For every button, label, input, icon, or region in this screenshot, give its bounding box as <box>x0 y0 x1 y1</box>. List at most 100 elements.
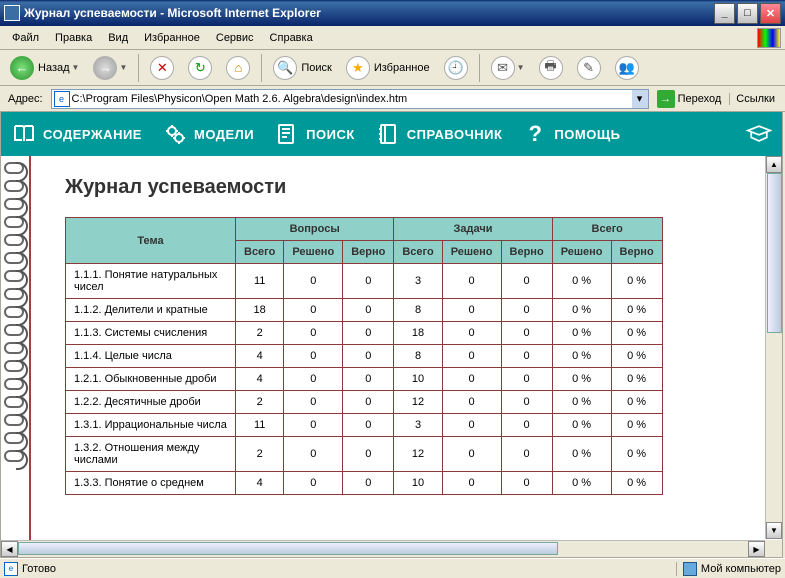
cell-topic: 1.2.1. Обыкновенные дроби <box>66 368 236 391</box>
cell-q-correct: 0 <box>343 437 394 472</box>
search-label: Поиск <box>301 62 331 74</box>
cell-tot-solved: 0 % <box>552 368 611 391</box>
menu-favorites[interactable]: Избранное <box>136 30 208 46</box>
cell-tot-correct: 0 % <box>611 264 662 299</box>
go-button[interactable]: → Переход <box>653 88 726 110</box>
search-button[interactable]: 🔍 Поиск <box>267 52 337 84</box>
table-row: 1.1.3. Системы счисления20018000 %0 % <box>66 322 663 345</box>
cell-topic: 1.1.1. Понятие натуральных чисел <box>66 264 236 299</box>
cell-t-solved: 0 <box>442 264 501 299</box>
minimize-button[interactable]: _ <box>714 3 735 24</box>
scroll-right-button[interactable]: ▶ <box>748 541 765 557</box>
address-input[interactable] <box>72 93 632 105</box>
cell-tot-solved: 0 % <box>552 345 611 368</box>
window-title: Журнал успеваемости - Microsoft Internet… <box>24 6 712 20</box>
menu-tools[interactable]: Сервис <box>208 30 262 46</box>
cell-tot-solved: 0 % <box>552 414 611 437</box>
scroll-corner <box>765 540 782 557</box>
col-t-correct: Верно <box>501 241 552 264</box>
cell-t-all: 8 <box>394 345 442 368</box>
cell-q-correct: 0 <box>343 472 394 495</box>
notebook-icon <box>375 121 401 147</box>
cell-t-all: 12 <box>394 437 442 472</box>
cell-t-all: 12 <box>394 391 442 414</box>
table-row: 1.3.2. Отношения между числами20012000 %… <box>66 437 663 472</box>
print-button[interactable]: 🖶 <box>533 52 569 84</box>
cell-q-all: 4 <box>236 368 284 391</box>
cell-tot-solved: 0 % <box>552 264 611 299</box>
cell-tot-correct: 0 % <box>611 322 662 345</box>
cell-q-solved: 0 <box>284 472 343 495</box>
menu-edit[interactable]: Правка <box>47 30 100 46</box>
table-row: 1.1.1. Понятие натуральных чисел11003000… <box>66 264 663 299</box>
cell-t-all: 3 <box>394 414 442 437</box>
cell-t-all: 10 <box>394 472 442 495</box>
favorites-label: Избранное <box>374 62 430 74</box>
scroll-down-button[interactable]: ▼ <box>766 522 782 539</box>
edit-button[interactable]: ✎ <box>571 52 607 84</box>
maximize-button[interactable]: □ <box>737 3 758 24</box>
messenger-button[interactable]: 👥 <box>609 52 645 84</box>
scroll-left-button[interactable]: ◀ <box>1 541 18 557</box>
menu-help[interactable]: Справка <box>262 30 321 46</box>
menu-file[interactable]: Файл <box>4 30 47 46</box>
browser-toolbar: ← Назад ▼ → ▼ ✕ ↻ ⌂ 🔍 Поиск ★ Избранное … <box>0 50 785 86</box>
col-total: Всего <box>552 218 662 241</box>
page-body: Журнал успеваемости Тема Вопросы Задачи … <box>31 156 782 557</box>
messenger-icon: 👥 <box>615 56 639 80</box>
scroll-thumb[interactable] <box>767 173 782 333</box>
back-button[interactable]: ← Назад ▼ <box>4 52 85 84</box>
refresh-icon: ↻ <box>188 56 212 80</box>
nav-contents[interactable]: СОДЕРЖАНИЕ <box>11 121 142 147</box>
links-label[interactable]: Ссылки <box>729 93 781 105</box>
cell-t-solved: 0 <box>442 368 501 391</box>
menu-view[interactable]: Вид <box>100 30 136 46</box>
nav-search[interactable]: ПОИСК <box>274 121 355 147</box>
refresh-button[interactable]: ↻ <box>182 52 218 84</box>
status-bar: e Готово Мой компьютер <box>0 558 785 578</box>
back-icon: ← <box>10 56 34 80</box>
mail-button[interactable]: ✉▼ <box>485 52 531 84</box>
vertical-scrollbar[interactable]: ▲ ▼ <box>765 156 782 539</box>
cell-q-solved: 0 <box>284 299 343 322</box>
cell-q-correct: 0 <box>343 264 394 299</box>
col-t-all: Всего <box>394 241 442 264</box>
forward-icon: → <box>93 56 117 80</box>
nav-reference-label: СПРАВОЧНИК <box>407 127 503 142</box>
nav-help[interactable]: ? ПОМОЩЬ <box>522 121 620 147</box>
close-button[interactable]: ✕ <box>760 3 781 24</box>
cell-q-solved: 0 <box>284 368 343 391</box>
horizontal-scrollbar[interactable]: ◀ ▶ <box>1 540 765 557</box>
history-icon: 🕘 <box>444 56 468 80</box>
nav-reference[interactable]: СПРАВОЧНИК <box>375 121 503 147</box>
home-button[interactable]: ⌂ <box>220 52 256 84</box>
book-icon <box>11 121 37 147</box>
nav-search-label: ПОИСК <box>306 127 355 142</box>
page-heading: Журнал успеваемости <box>65 176 782 199</box>
stop-button[interactable]: ✕ <box>144 52 180 84</box>
table-row: 1.3.1. Иррациональные числа11003000 %0 % <box>66 414 663 437</box>
table-row: 1.1.2. Делители и кратные18008000 %0 % <box>66 299 663 322</box>
page-search-icon <box>274 121 300 147</box>
cell-tot-correct: 0 % <box>611 437 662 472</box>
forward-button[interactable]: → ▼ <box>87 52 133 84</box>
scroll-up-button[interactable]: ▲ <box>766 156 782 173</box>
nav-logo[interactable] <box>746 121 772 147</box>
scroll-track[interactable] <box>18 541 748 557</box>
edit-icon: ✎ <box>577 56 601 80</box>
forward-dropdown-icon: ▼ <box>119 63 127 72</box>
toolbar-separator <box>138 54 139 82</box>
cell-tot-correct: 0 % <box>611 368 662 391</box>
table-row: 1.2.2. Десятичные дроби20012000 %0 % <box>66 391 663 414</box>
cell-t-solved: 0 <box>442 437 501 472</box>
toolbar-separator <box>479 54 480 82</box>
favorites-button[interactable]: ★ Избранное <box>340 52 436 84</box>
scroll-thumb-h[interactable] <box>18 542 558 555</box>
app-toolbar: СОДЕРЖАНИЕ МОДЕЛИ ПОИСК СПРАВОЧНИК ? ПОМ… <box>1 112 782 156</box>
cell-q-correct: 0 <box>343 391 394 414</box>
cell-t-all: 8 <box>394 299 442 322</box>
nav-models[interactable]: МОДЕЛИ <box>162 121 254 147</box>
history-button[interactable]: 🕘 <box>438 52 474 84</box>
cell-t-solved: 0 <box>442 391 501 414</box>
address-dropdown-icon[interactable]: ▾ <box>632 90 648 108</box>
